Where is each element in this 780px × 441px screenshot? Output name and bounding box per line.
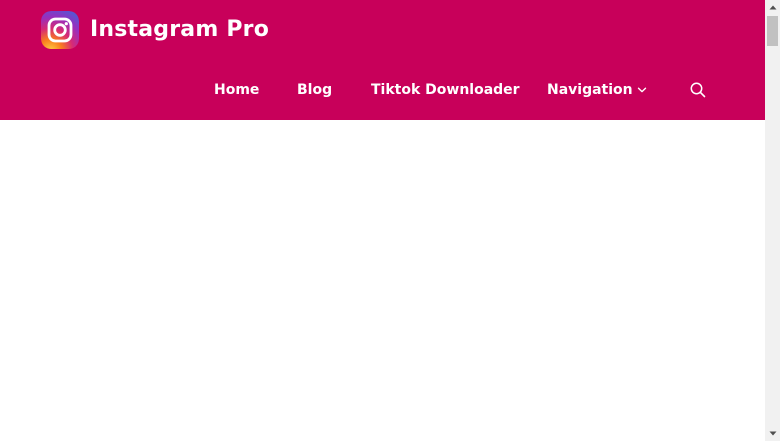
page: Instagram Pro Home Blog Tiktok Downloade… bbox=[0, 0, 765, 441]
search-icon[interactable] bbox=[689, 81, 707, 99]
site-header: Instagram Pro Home Blog Tiktok Downloade… bbox=[0, 0, 765, 120]
nav-item-tiktok-downloader[interactable]: Tiktok Downloader bbox=[371, 70, 520, 110]
chevron-down-icon[interactable] bbox=[637, 70, 647, 110]
scroll-up-arrow-icon[interactable] bbox=[765, 0, 780, 15]
scrollbar-thumb[interactable] bbox=[767, 16, 778, 46]
scroll-down-arrow-icon[interactable] bbox=[765, 426, 780, 441]
nav-item-navigation-label: Navigation bbox=[547, 82, 633, 98]
nav-item-home[interactable]: Home bbox=[214, 70, 259, 110]
main-content bbox=[0, 120, 765, 441]
site-brand-link[interactable]: Instagram Pro bbox=[41, 11, 269, 49]
main-navigation: Home Blog Tiktok Downloader Navigation bbox=[0, 70, 765, 110]
nav-item-navigation[interactable]: Navigation bbox=[547, 70, 647, 110]
instagram-logo-icon bbox=[41, 11, 79, 49]
site-title: Instagram Pro bbox=[90, 17, 270, 42]
nav-item-blog[interactable]: Blog bbox=[297, 70, 332, 110]
vertical-scrollbar[interactable] bbox=[765, 0, 780, 441]
